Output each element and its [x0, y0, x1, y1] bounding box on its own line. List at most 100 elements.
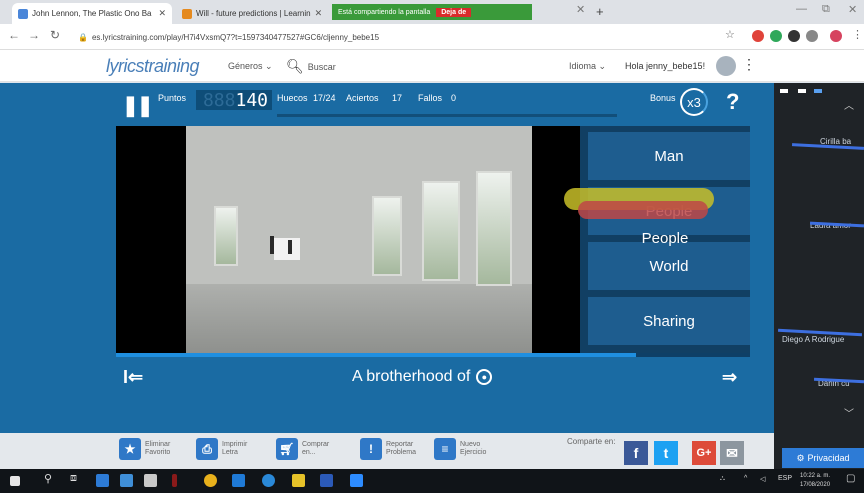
- store-icon[interactable]: [120, 474, 133, 487]
- pause-button[interactable]: ❚❚: [122, 93, 153, 118]
- language-menu[interactable]: Idioma ⌄: [569, 61, 606, 72]
- avatar[interactable]: [716, 56, 736, 76]
- previous-line-button[interactable]: I⇐: [123, 367, 143, 388]
- tab-future-predictions[interactable]: Will - future predictions | Learnin ✕: [176, 3, 326, 24]
- huecos-label: Huecos: [277, 93, 308, 103]
- answer-option[interactable]: Man: [588, 132, 750, 180]
- search-icon[interactable]: ⚲: [44, 472, 52, 485]
- email-icon[interactable]: ✉: [720, 441, 744, 465]
- lock-icon: 🔒: [78, 32, 88, 42]
- extension-icon[interactable]: [752, 30, 764, 42]
- photos-icon[interactable]: [232, 474, 245, 487]
- buy-button[interactable]: 🛒︎ Comprar en...: [276, 438, 336, 460]
- zoom-icon[interactable]: [350, 474, 363, 487]
- reload-icon[interactable]: ↻: [50, 28, 60, 42]
- facebook-icon[interactable]: f: [624, 441, 648, 465]
- menu-icon[interactable]: ⋮: [742, 56, 756, 73]
- new-tab-button[interactable]: +: [596, 4, 604, 19]
- user-greeting[interactable]: Hola jenny_bebe15!: [625, 61, 705, 71]
- maximize-icon[interactable]: ⧉: [822, 3, 830, 16]
- language-indicator[interactable]: ESP: [778, 475, 792, 482]
- app-icon[interactable]: [172, 474, 177, 487]
- help-button[interactable]: ?: [726, 89, 739, 115]
- clock-date: 17/08/2020: [800, 482, 831, 488]
- video-window: [372, 196, 402, 276]
- volume-icon[interactable]: ◁: [760, 475, 765, 483]
- app-icon[interactable]: [144, 474, 157, 487]
- gear-icon: ⚙: [796, 452, 805, 463]
- browser-menu-icon[interactable]: ⋮: [852, 28, 863, 41]
- aciertos-label: Aciertos: [346, 93, 379, 103]
- print-lyrics-button[interactable]: ⎙ Imprimir Letra: [196, 438, 256, 460]
- screen: John Lennon, The Plastic Ono Ba ✕ Will -…: [0, 0, 864, 493]
- tool-label: Imprimir Letra: [222, 441, 248, 456]
- music-video[interactable]: [186, 126, 532, 354]
- close-tab-icon[interactable]: ✕: [158, 8, 166, 19]
- twitter-icon[interactable]: t: [654, 441, 678, 465]
- tool-label: Eliminar Favorito: [145, 441, 171, 456]
- tray-chevron-icon[interactable]: ^: [744, 475, 747, 482]
- address-bar-row: ← → ↻ 🔒 es.lyricstraining.com/play/H7i4V…: [0, 24, 864, 50]
- windows-taskbar: ⚲ ⧈ ⛬ ^ ◁ ESP 10:22 a. m. 17/08/2020 ▢: [0, 469, 864, 493]
- people-icon[interactable]: ⛬: [720, 475, 725, 483]
- extension-icon[interactable]: [770, 30, 782, 42]
- search-link[interactable]: 🔍︎ Buscar: [286, 58, 336, 75]
- chevron-down-icon[interactable]: ﹀: [844, 405, 854, 420]
- app-icon[interactable]: [96, 474, 109, 487]
- huecos-value: 17/24: [313, 93, 336, 103]
- video-frame: Man People World Sharing People: [116, 126, 750, 354]
- video-window: [214, 206, 238, 266]
- answer-option-label: People: [641, 230, 689, 247]
- panel-toggle-icon[interactable]: [798, 89, 806, 93]
- answer-option[interactable]: World: [588, 242, 750, 290]
- back-icon[interactable]: ←: [8, 28, 20, 42]
- new-exercise-button[interactable]: ≡ Nuevo Ejercicio: [434, 438, 494, 460]
- remove-favorite-button[interactable]: ★ Eliminar Favorito: [119, 438, 179, 460]
- panel-toggle-icon[interactable]: [814, 89, 822, 93]
- close-tab-icon[interactable]: ✕: [576, 3, 585, 16]
- word-icon[interactable]: [320, 474, 333, 487]
- system-clock[interactable]: 10:22 a. m. 17/08/2020: [800, 472, 830, 490]
- chrome-icon[interactable]: [204, 474, 217, 487]
- notifications-icon[interactable]: ▢: [846, 473, 855, 484]
- windows-start-icon[interactable]: [10, 476, 20, 486]
- tool-label: Comprar en...: [302, 441, 330, 456]
- minimize-icon[interactable]: —: [796, 3, 807, 15]
- extension-icon[interactable]: [806, 30, 818, 42]
- task-view-icon[interactable]: ⧈: [70, 472, 77, 485]
- lyricstraining-logo[interactable]: lyricstraining: [106, 56, 200, 77]
- genres-menu[interactable]: Géneros ⌄: [228, 61, 273, 72]
- game-player: ❚❚ Puntos 888 140 Huecos 17/24 Aciertos …: [0, 83, 774, 433]
- replay-icon[interactable]: ●: [476, 369, 493, 385]
- points-display: 888 140: [196, 90, 272, 111]
- window-close-icon[interactable]: ✕: [848, 3, 857, 16]
- report-problem-button[interactable]: ! Reportar Problema: [360, 438, 420, 460]
- bonus-label: Bonus: [650, 93, 676, 103]
- tab-lyricstraining[interactable]: John Lennon, The Plastic Ono Ba ✕: [12, 3, 172, 24]
- search-label: Buscar: [307, 61, 336, 72]
- app-favicon-icon: [182, 8, 192, 19]
- folder-icon[interactable]: [292, 474, 305, 487]
- stop-sharing-button[interactable]: Deja de: [436, 7, 472, 17]
- edge-icon[interactable]: [262, 474, 275, 487]
- profile-avatar[interactable]: [830, 30, 842, 42]
- tab-title: John Lennon, The Plastic Ono Ba: [32, 9, 152, 18]
- video-window: [476, 171, 512, 286]
- answer-option[interactable]: Sharing: [588, 297, 750, 345]
- person-shape: [288, 240, 292, 254]
- extension-icon[interactable]: [788, 30, 800, 42]
- panel-toggle-icon[interactable]: [780, 89, 788, 93]
- chevron-up-icon[interactable]: ︿: [844, 97, 854, 112]
- print-icon: ⎙: [196, 438, 218, 460]
- privacy-label: Privacidad: [807, 453, 850, 463]
- close-tab-icon[interactable]: ✕: [315, 8, 323, 19]
- privacy-button[interactable]: ⚙ Privacidad: [782, 448, 864, 468]
- next-line-button[interactable]: ⇒: [722, 367, 737, 388]
- google-plus-icon[interactable]: G+: [692, 441, 716, 465]
- footer-toolbar: ★ Eliminar Favorito ⎙ Imprimir Letra 🛒︎ …: [0, 433, 774, 469]
- song-progress-bar[interactable]: [116, 353, 750, 357]
- bookmark-star-icon[interactable]: ☆: [725, 28, 735, 41]
- url-field[interactable]: 🔒 es.lyricstraining.com/play/H7i4VxsmQ7?…: [78, 29, 698, 45]
- forward-icon[interactable]: →: [28, 28, 40, 42]
- browser-tab-strip: John Lennon, The Plastic Ono Ba ✕ Will -…: [0, 0, 864, 24]
